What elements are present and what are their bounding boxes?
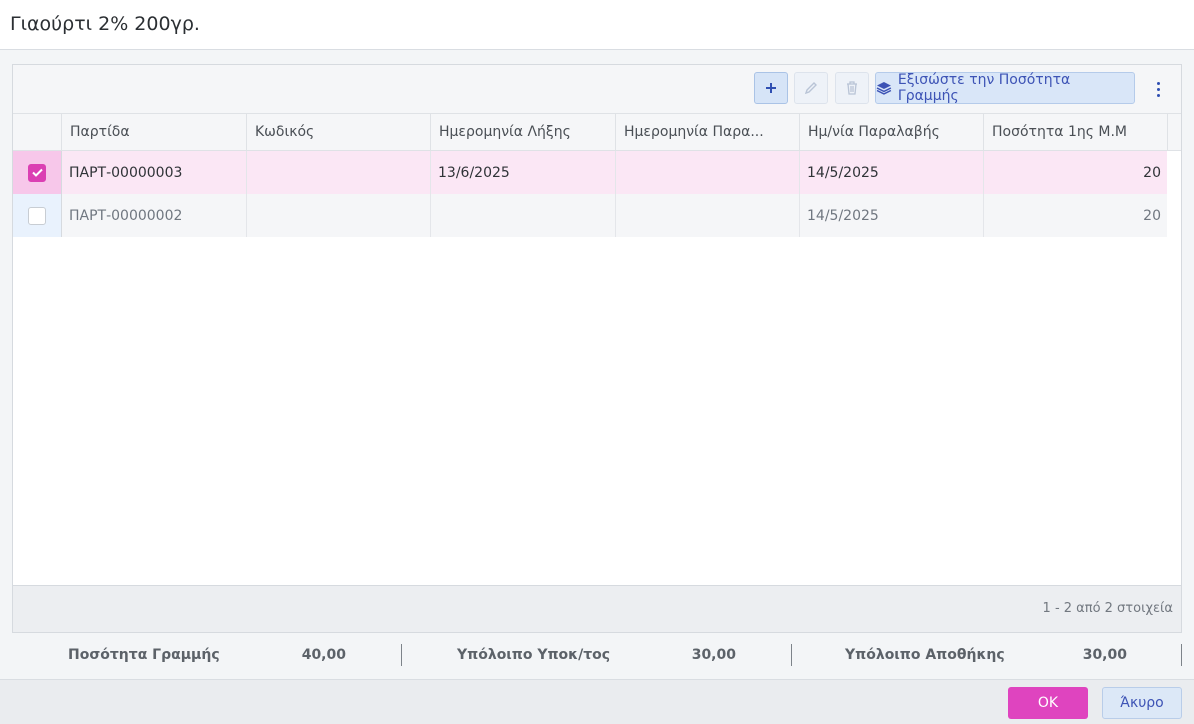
dialog-header: Γιαούρτι 2% 200γρ.	[0, 0, 1194, 50]
row-select-cell[interactable]	[13, 194, 62, 237]
code-cell	[247, 194, 431, 237]
equalize-line-quantity-button[interactable]: Εξισώστε την Ποσότητα Γραμμής	[875, 72, 1135, 104]
column-header[interactable]: Κωδικός	[247, 114, 431, 150]
column-header[interactable]: Ημερομηνία Παρα...	[616, 114, 800, 150]
kebab-icon[interactable]	[1150, 78, 1166, 100]
column-header[interactable]: Ημ/νία Παραλαβής	[800, 114, 984, 150]
production-date-cell	[616, 151, 800, 194]
sub-remaining-value: 30,00	[691, 647, 736, 663]
trash-icon	[847, 81, 857, 95]
row-checkbox[interactable]	[28, 163, 46, 182]
grid-pager: 1 - 2 από 2 στοιχεία	[13, 585, 1181, 632]
summary-divider	[791, 644, 792, 666]
row-checkbox[interactable]	[28, 206, 46, 225]
column-header[interactable]: Ημερομηνία Λήξης	[431, 114, 616, 150]
expiry-date-cell	[431, 194, 616, 237]
dialog-title: Γιαούρτι 2% 200γρ.	[10, 13, 200, 35]
pencil-icon	[804, 82, 817, 95]
table-row[interactable]: ΠΑΡΤ-00000003 13/6/2025 14/5/2025 20	[13, 151, 1167, 194]
edit-button[interactable]	[794, 72, 828, 104]
line-quantity-value: 40,00	[301, 647, 346, 663]
warehouse-remaining-label: Υπόλοιπο Αποθήκης	[845, 647, 1005, 663]
table-header: Παρτίδα Κωδικός Ημερομηνία Λήξης Ημερομη…	[13, 114, 1181, 151]
equalize-button-label: Εξισώστε την Ποσότητα Γραμμής	[897, 72, 1071, 104]
ok-button[interactable]: ΟΚ	[1008, 687, 1088, 719]
check-icon	[31, 168, 43, 177]
summary-bar: Ποσότητα Γραμμής 40,00 Υπόλοιπο Υποκ/τος…	[0, 633, 1194, 679]
plus-icon	[766, 83, 776, 93]
table-row[interactable]: ΠΑΡΤ-00000002 14/5/2025 20	[13, 194, 1167, 237]
header-select-cell	[13, 114, 62, 150]
grid-toolbar: Εξισώστε την Ποσότητα Γραμμής	[13, 65, 1181, 114]
quantity-cell: 20	[1143, 207, 1161, 224]
batches-grid: Εξισώστε την Ποσότητα Γραμμής Παρτίδα Κω…	[12, 64, 1182, 633]
summary-divider	[1181, 644, 1182, 666]
warehouse-remaining-value: 30,00	[1082, 647, 1127, 663]
line-quantity-label: Ποσότητα Γραμμής	[68, 647, 220, 663]
batch-cell: ΠΑΡΤ-00000002	[62, 194, 247, 237]
delete-button[interactable]	[835, 72, 869, 104]
row-select-cell[interactable]	[13, 151, 62, 194]
summary-divider	[401, 644, 402, 666]
receipt-date-cell: 14/5/2025	[800, 151, 984, 194]
column-header[interactable]: Παρτίδα	[62, 114, 247, 150]
quantity-cell: 20	[1143, 164, 1161, 181]
cancel-button[interactable]: Άκυρο	[1102, 687, 1182, 719]
code-cell	[247, 151, 431, 194]
dialog-footer: ΟΚ Άκυρο	[0, 679, 1194, 724]
production-date-cell	[616, 194, 800, 237]
sub-remaining-label: Υπόλοιπο Υποκ/τος	[457, 647, 611, 663]
add-button[interactable]	[754, 72, 788, 104]
batch-cell: ΠΑΡΤ-00000003	[62, 151, 247, 194]
expiry-date-cell: 13/6/2025	[431, 151, 616, 194]
layers-icon	[876, 82, 892, 95]
column-header[interactable]: Ποσότητα 1ης Μ.Μ	[984, 114, 1168, 150]
receipt-date-cell: 14/5/2025	[800, 194, 984, 237]
pager-info: 1 - 2 από 2 στοιχεία	[1042, 601, 1173, 616]
